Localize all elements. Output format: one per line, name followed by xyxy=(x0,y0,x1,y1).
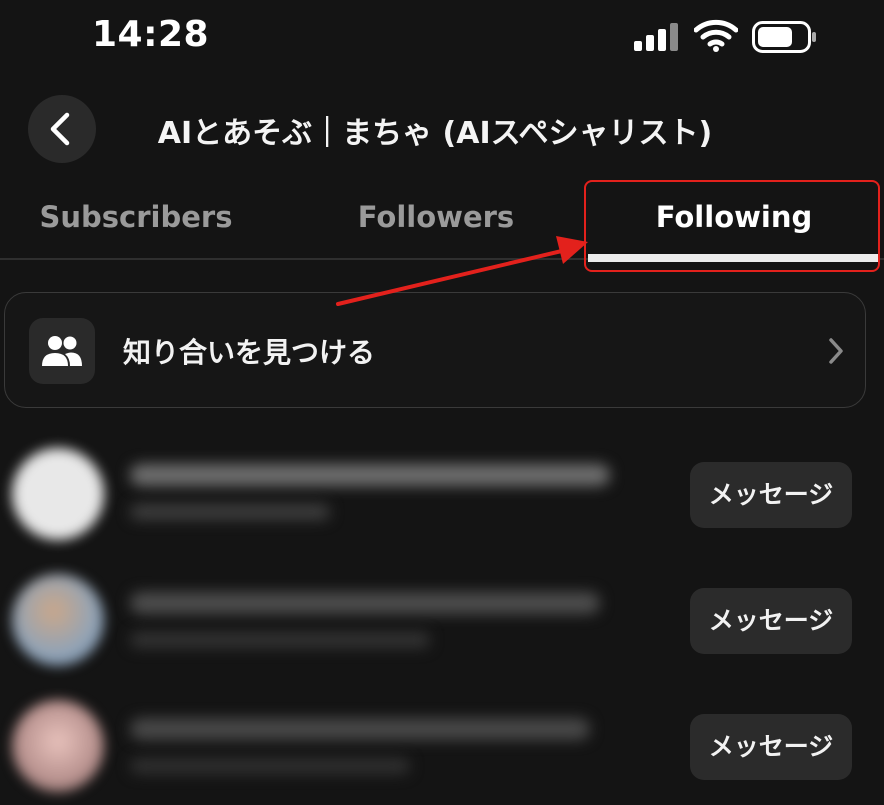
message-button[interactable]: メッセージ xyxy=(690,588,852,654)
people-icon xyxy=(42,336,82,366)
avatar xyxy=(12,448,104,540)
blurred-name xyxy=(130,464,610,486)
status-time: 14:28 xyxy=(92,14,210,55)
chevron-right-icon xyxy=(829,338,843,364)
list-item[interactable]: メッセージ xyxy=(0,438,884,548)
message-button[interactable]: メッセージ xyxy=(690,462,852,528)
chevron-left-icon xyxy=(50,112,70,146)
list-item[interactable]: メッセージ xyxy=(0,690,884,800)
avatar xyxy=(12,574,104,666)
blurred-subtitle xyxy=(130,504,330,520)
cellular-signal-icon xyxy=(634,21,680,51)
tab-subscribers[interactable]: Subscribers xyxy=(0,180,272,254)
tab-followers[interactable]: Followers xyxy=(300,180,572,254)
status-bar: 14:28 xyxy=(0,0,884,80)
message-button[interactable]: メッセージ xyxy=(690,714,852,780)
blurred-subtitle xyxy=(130,758,410,774)
blurred-subtitle xyxy=(130,632,430,648)
battery-icon xyxy=(752,21,816,53)
find-friends-icon-tile xyxy=(29,318,95,384)
blurred-name xyxy=(130,592,600,614)
find-friends-label: 知り合いを見つける xyxy=(123,336,376,369)
annotation-highlight-box xyxy=(584,180,880,272)
blurred-name xyxy=(130,718,590,740)
list-item[interactable]: メッセージ xyxy=(0,564,884,674)
find-friends-card[interactable]: 知り合いを見つける xyxy=(4,292,866,408)
page-title: AIとあそぶ｜まちゃ (AIスペシャリスト) xyxy=(157,116,713,151)
avatar xyxy=(12,700,104,792)
back-button[interactable] xyxy=(28,95,96,163)
wifi-icon xyxy=(694,19,738,52)
header: AIとあそぶ｜まちゃ (AIスペシャリスト) xyxy=(0,80,884,180)
